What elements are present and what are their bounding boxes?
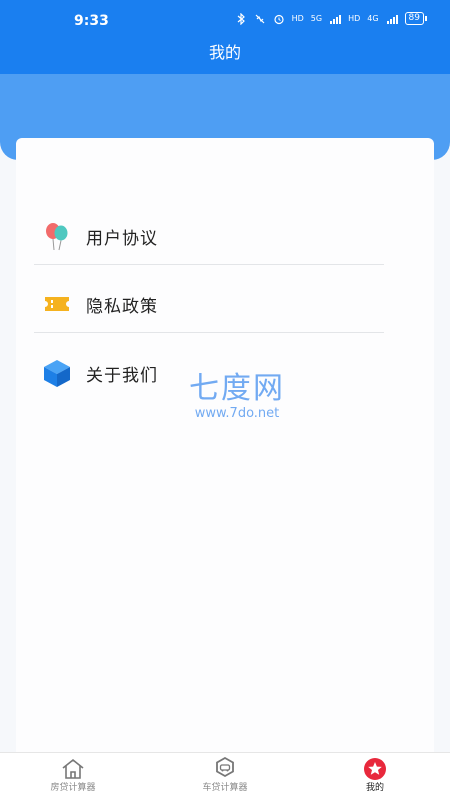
app-header: 我的 [0,40,450,74]
network-4g-label: 4G [367,13,379,23]
tab-mine[interactable]: 我的 [320,757,430,801]
tab-car-loan-calculator[interactable]: 车贷计算器 [170,757,280,801]
watermark: 七度网 www.7do.net [172,372,302,422]
signal-icon-2 [386,14,398,24]
battery-icon: 89 [404,12,428,25]
alarm-icon [273,14,284,24]
hd-badge-1: HD [291,13,304,23]
watermark-logo-text: 七度网 [189,371,285,406]
balloons-icon [46,223,68,251]
status-bar: 9:33 HD 5G HD 4G 89 [0,0,450,40]
divider [34,332,384,333]
star-icon [364,758,386,780]
menu-item-user-agreement[interactable]: 用户协议 [34,203,384,269]
signal-icon [330,14,342,24]
menu-item-label: 关于我们 [86,365,158,386]
bottom-tab-bar: 房贷计算器 车贷计算器 我的 [0,752,450,801]
house-icon [62,758,84,779]
menu-item-label: 用户协议 [86,228,158,249]
bluetooth-icon [237,12,245,25]
ticket-icon [45,297,69,311]
tab-mortgage-calculator[interactable]: 房贷计算器 [18,757,128,801]
tab-label: 我的 [365,783,384,793]
divider [34,264,384,265]
cube-icon [44,360,70,387]
status-icons: HD 5G HD 4G 89 [235,12,428,25]
network-5g-label: 5G [310,13,323,23]
vibrate-icon [255,14,265,23]
car-gear-icon [216,757,234,778]
page-title: 我的 [208,43,241,62]
status-time: 9:33 [74,13,109,29]
hd-badge-2: HD [348,13,361,23]
tab-label: 车贷计算器 [202,783,248,793]
menu-item-privacy-policy[interactable]: 隐私政策 [34,271,384,337]
menu-item-label: 隐私政策 [86,296,158,317]
tab-label: 房贷计算器 [50,783,96,793]
watermark-url: www.7do.net [194,406,280,421]
